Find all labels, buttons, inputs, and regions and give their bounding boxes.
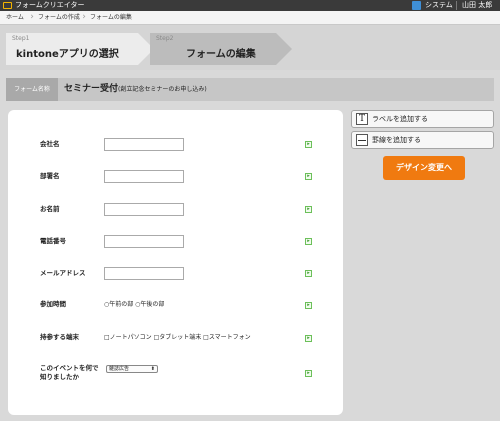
step-number: Step2 [156,35,174,42]
app-title: フォームクリエイター [15,1,85,9]
edit-icon[interactable]: ▸ [305,173,312,180]
chevron-right-icon: › [30,12,34,22]
edit-icon[interactable]: ▸ [305,270,312,277]
field-row: 部署名 ▸ [8,170,343,190]
edit-icon[interactable]: ▸ [305,370,312,377]
field-label: 会社名 [40,140,60,148]
form-name-tag: フォーム名称 [6,78,58,101]
app-logo-icon [3,2,12,9]
add-label-text: ラベルを追加する [372,115,428,123]
form-title-bar: フォーム名称 セミナー受付(創立記念セミナーのお申し込み) [6,78,494,101]
step-label: kintoneアプリの選択 [16,49,119,60]
field-label: メールアドレス [40,269,86,277]
form-subtitle: (創立記念セミナーのお申し込み) [118,86,207,93]
field-row: 持参する端末 □ノートパソコン □タブレット端末 □スマートフォン ▸ [8,332,343,352]
system-link[interactable]: システム [425,0,453,11]
device-checkbox-group[interactable]: □ノートパソコン □タブレット端末 □スマートフォン [104,333,251,342]
time-radio-group[interactable]: ○午前の部 ○午後の部 [104,300,164,309]
step-label: フォームの編集 [186,49,256,60]
form-title[interactable]: セミナー受付(創立記念セミナーのお申し込み) [64,78,207,101]
edit-icon[interactable]: ▸ [305,335,312,342]
breadcrumb-home[interactable]: ホーム [6,11,24,25]
field-row: お名前 ▸ [8,203,343,223]
step-number: Step1 [12,35,30,42]
field-row: 会社名 ▸ [8,138,343,158]
field-row: メールアドレス ▸ [8,267,343,287]
name-input[interactable] [104,203,184,216]
email-input[interactable] [104,267,184,280]
user-menu[interactable]: 山田 太郎 [462,0,492,11]
design-change-button[interactable]: デザイン変更へ [383,156,465,180]
breadcrumb-form-edit: フォームの編集 [90,14,132,21]
breadcrumb: ホーム › フォームの作成 › フォームの編集 [0,11,500,25]
field-label: このイベントを何で [40,364,99,372]
step-indicator: Step1 kintoneアプリの選択 Step2 フォームの編集 [0,25,500,70]
form-title-main: セミナー受付 [64,84,119,94]
field-label: 持参する端末 [40,333,79,341]
top-bar: フォームクリエイター システム 山田 太郎 [0,0,500,11]
select-value: 雑誌広告 [109,366,130,372]
divider [456,1,457,10]
field-row: このイベントを何で 知りましたか 雑誌広告 ⬍ ▸ [8,362,343,386]
chevron-right-icon: › [82,12,86,22]
field-row: 参加時間 ○午前の部 ○午後の部 ▸ [8,299,343,319]
add-line-text: 罫線を追加する [372,136,421,144]
edit-icon[interactable]: ▸ [305,302,312,309]
edit-icon[interactable]: ▸ [305,238,312,245]
edit-icon[interactable]: ▸ [305,141,312,148]
department-input[interactable] [104,170,184,183]
field-label: お名前 [40,205,60,213]
system-icon[interactable] [412,1,421,10]
edit-icon[interactable]: ▸ [305,206,312,213]
company-input[interactable] [104,138,184,151]
source-select[interactable]: 雑誌広告 ⬍ [106,365,158,373]
form-canvas: 会社名 ▸ 部署名 ▸ お名前 ▸ 電話番号 ▸ メールアドレス ▸ 参加時間 … [8,110,343,415]
line-icon [356,134,368,146]
add-line-button[interactable]: 罫線を追加する [351,131,494,149]
field-label-line2: 知りましたか [40,373,79,381]
breadcrumb-form-create[interactable]: フォームの作成 [38,11,80,25]
step-2: Step2 フォームの編集 [150,33,292,65]
field-label: 参加時間 [40,300,66,308]
step-1[interactable]: Step1 kintoneアプリの選択 [6,33,154,65]
chevron-down-icon: ⬍ [150,366,155,372]
add-label-button[interactable]: T ラベルを追加する [351,110,494,128]
field-label: 部署名 [40,172,60,180]
field-label: 電話番号 [40,237,66,245]
phone-input[interactable] [104,235,184,248]
text-icon: T [356,113,368,125]
field-row: 電話番号 ▸ [8,235,343,255]
